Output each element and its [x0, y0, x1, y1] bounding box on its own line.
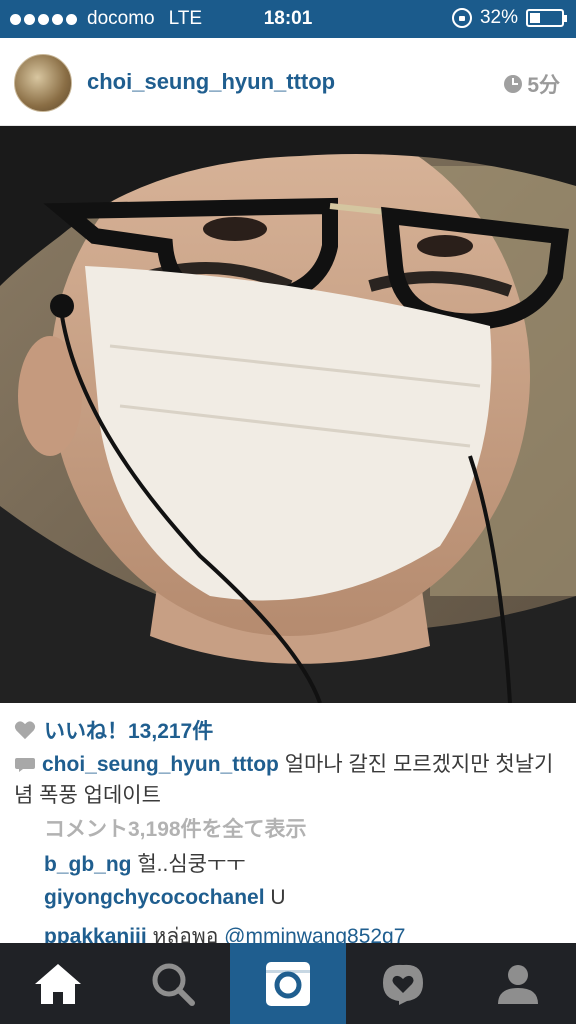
profile-icon — [498, 964, 539, 1004]
battery-icon — [526, 9, 567, 27]
search-icon — [152, 963, 195, 1006]
tab-home[interactable] — [0, 943, 115, 1024]
battery-level — [530, 13, 540, 23]
post-timestamp: 5分 — [504, 69, 560, 99]
tab-profile[interactable] — [461, 943, 576, 1024]
post-username[interactable]: choi_seung_hyun_tttop — [87, 69, 335, 95]
home-icon — [34, 963, 81, 1004]
battery-percent: 32% — [479, 7, 518, 28]
camera-icon — [265, 961, 310, 1006]
rotation-lock-icon — [451, 8, 472, 28]
comment-row: giyongchycocochanel U — [44, 886, 286, 910]
post-header: choi_seung_hyun_tttop 5分 — [0, 38, 576, 126]
comment-bubble-icon — [15, 758, 35, 773]
comment-text: U — [264, 886, 286, 909]
clock-icon — [504, 75, 523, 93]
time-ago-label: 5分 — [527, 74, 560, 97]
status-right: 32% — [451, 7, 567, 29]
tab-activity[interactable] — [346, 943, 461, 1024]
post-photo[interactable] — [0, 126, 576, 703]
likes-count: いいね！13,217件 — [44, 720, 214, 743]
tab-search[interactable] — [115, 943, 230, 1024]
caption-username[interactable]: choi_seung_hyun_tttop — [42, 753, 279, 776]
likes-row[interactable]: いいね！13,217件 — [14, 715, 213, 745]
comment-text: 헐..심쿵ㅜㅜ — [131, 853, 246, 876]
view-all-comments-link[interactable]: コメント3,198件を全て表示 — [44, 813, 307, 843]
post-meta: いいね！13,217件 choi_seung_hyun_tttop 얼마나 갈진… — [0, 703, 576, 948]
comment-username[interactable]: giyongchycocochanel — [44, 886, 265, 909]
tab-camera[interactable] — [230, 943, 346, 1024]
bottom-tab-bar — [0, 943, 576, 1024]
comment-username[interactable]: b_gb_ng — [44, 853, 132, 876]
status-bar: docomo LTE 18:01 32% — [0, 0, 576, 38]
selfie-image — [0, 126, 576, 703]
heart-icon — [14, 721, 36, 740]
comment-row: b_gb_ng 헐..심쿵ㅜㅜ — [44, 848, 246, 878]
avatar[interactable] — [14, 54, 72, 112]
caption: choi_seung_hyun_tttop 얼마나 갈진 모르겠지만 첫날기념 … — [14, 749, 562, 811]
activity-heart-icon — [383, 964, 424, 1005]
